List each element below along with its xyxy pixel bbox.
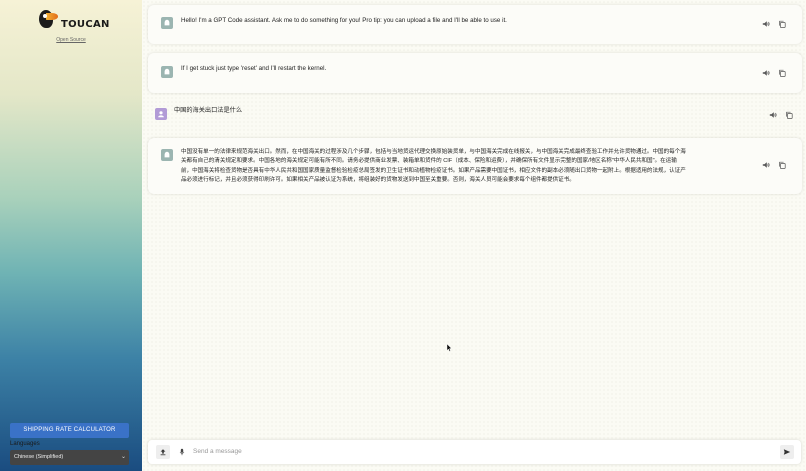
- message-line: 前，中国海关将检查货物是否具有中华人民共和国国家质量监督检验检疫总局签发的卫生证…: [181, 167, 686, 174]
- message-line: 品必须进行标记，并且必须获得印刷许可。如果相关产品被认证为系统，将组装好的货物发…: [181, 176, 575, 183]
- copy-icon[interactable]: [778, 69, 786, 77]
- message-text: 中国没有单一的法律来规范海关出口。然而，在中国海关的过程涉及几个步骤，包括与当地…: [181, 148, 686, 185]
- chevron-down-icon: ⌄: [120, 454, 126, 460]
- message-line: 中国没有单一的法律来规范海关出口。然而，在中国海关的过程涉及几个步骤，包括与当地…: [181, 149, 686, 155]
- open-source-link[interactable]: Open Source: [0, 37, 142, 43]
- microphone-icon: [179, 448, 185, 456]
- copy-icon[interactable]: [785, 111, 793, 119]
- brand-name: TOUCAN: [61, 18, 110, 30]
- microphone-button[interactable]: [175, 445, 189, 459]
- mouse-cursor-icon: [447, 344, 452, 352]
- user-message: 中国的海关出口法是什么: [142, 98, 806, 132]
- message-composer: Send a message: [148, 440, 801, 464]
- assistant-message: 中国没有单一的法律来规范海关出口。然而，在中国海关的过程涉及几个步骤，包括与当地…: [148, 138, 802, 194]
- sidebar: TOUCAN Open Source SHIPPING RATE CALCULA…: [0, 0, 142, 471]
- assistant-message: Hello! I'm a GPT Code assistant. Ask me …: [148, 5, 802, 44]
- chat-area: Hello! I'm a GPT Code assistant. Ask me …: [142, 0, 806, 471]
- send-icon: [783, 449, 791, 455]
- message-text: If I get stuck just type 'reset' and I'l…: [181, 65, 327, 72]
- message-input[interactable]: Send a message: [193, 448, 242, 455]
- user-avatar-icon: [155, 108, 167, 120]
- speaker-icon[interactable]: [762, 69, 770, 77]
- send-button[interactable]: [780, 445, 794, 459]
- speaker-icon[interactable]: [769, 111, 777, 119]
- assistant-message: If I get stuck just type 'reset' and I'l…: [148, 53, 802, 93]
- speaker-icon[interactable]: [762, 20, 770, 28]
- message-line: 关都有自己的清关规定和要求。中国各地的海关规定可能有所不同。请务必提供商业发票、…: [181, 158, 677, 165]
- copy-icon[interactable]: [778, 161, 786, 169]
- brand-logo[interactable]: TOUCAN: [37, 8, 110, 32]
- language-select-value: Chinese (Simplified): [14, 454, 64, 460]
- message-text: 中国的海关出口法是什么: [174, 107, 243, 114]
- upload-icon: [160, 449, 166, 456]
- language-select[interactable]: Chinese (Simplified) ⌄: [10, 450, 129, 465]
- assistant-avatar-icon: [161, 149, 173, 161]
- upload-button[interactable]: [156, 445, 170, 459]
- toucan-icon: [37, 8, 59, 32]
- shipping-rate-calculator-button[interactable]: SHIPPING RATE CALCULATOR: [10, 423, 129, 438]
- speaker-icon[interactable]: [762, 161, 770, 169]
- assistant-avatar-icon: [161, 17, 173, 29]
- copy-icon[interactable]: [778, 20, 786, 28]
- message-text: Hello! I'm a GPT Code assistant. Ask me …: [181, 17, 507, 24]
- assistant-avatar-icon: [161, 66, 173, 78]
- languages-label: Languages: [10, 441, 40, 447]
